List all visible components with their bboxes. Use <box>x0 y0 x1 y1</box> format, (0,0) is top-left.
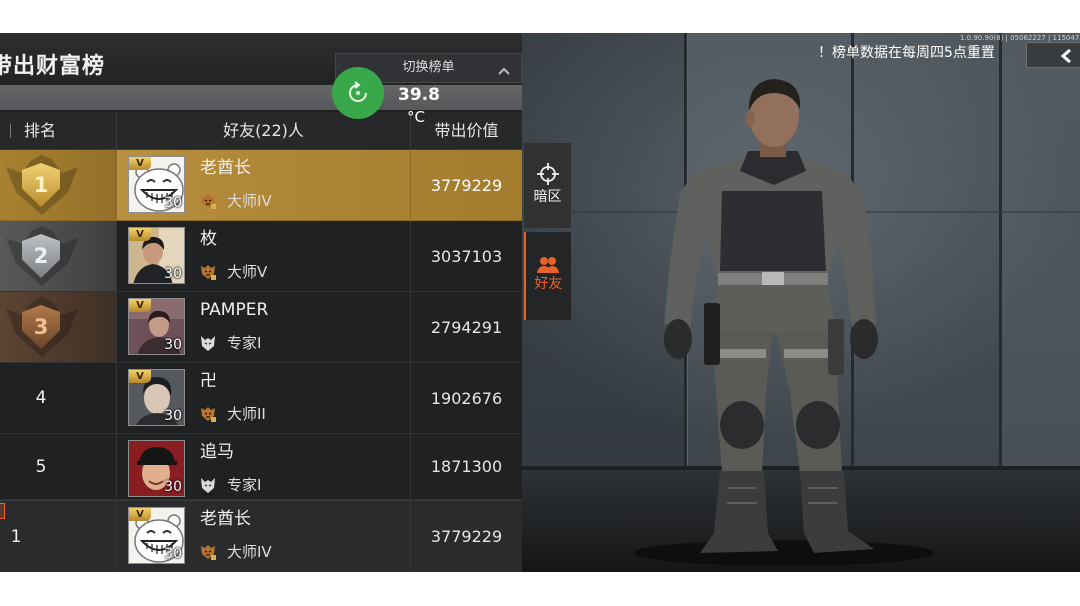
tab-dark-zone-label: 暗区 <box>533 189 562 205</box>
avatar[interactable]: V 30 <box>128 227 185 284</box>
avatar[interactable]: V 30 <box>128 507 185 564</box>
player-name: 枚 <box>200 229 217 249</box>
friends-icon <box>536 253 560 277</box>
vip-badge: V <box>129 508 151 521</box>
loot-value: 3779229 <box>410 501 522 571</box>
rank-cell: 4 <box>0 363 117 433</box>
rank-number: 4 <box>35 388 47 408</box>
loot-value: 3779229 <box>410 150 522 220</box>
vip-badge: V <box>129 228 151 241</box>
loot-value: 1871300 <box>410 434 522 499</box>
vip-badge: V <box>129 299 151 312</box>
my-rank-marker <box>0 503 5 519</box>
player-tier: 大师IV <box>227 192 272 210</box>
title-band <box>0 85 522 110</box>
master-tier-icon <box>199 263 217 281</box>
vip-badge: V <box>129 157 151 170</box>
avatar[interactable]: V 30 <box>128 298 185 355</box>
crosshair-icon <box>536 162 560 186</box>
temperature-overlay-button[interactable] <box>332 67 384 119</box>
rank-number: 3 <box>33 315 49 339</box>
avatar[interactable]: 30 <box>128 440 185 497</box>
game-screen: 带出财富榜 切换榜单 排名 好友(22)人 带出价值 1 V 30 老酋长 大师… <box>0 33 1080 572</box>
player-tier: 大师II <box>227 405 266 423</box>
refresh-icon <box>349 81 367 102</box>
player-level: 30 <box>164 337 182 353</box>
rank-number: 2 <box>33 244 49 268</box>
reset-notice: ！榜单数据在每周四5点重置 <box>818 45 995 61</box>
rank-cell: 1 <box>0 501 117 571</box>
loot-value: 2794291 <box>410 292 522 362</box>
tab-friends-label: 好友 <box>534 276 563 292</box>
player-tier: 专家I <box>227 334 262 352</box>
rank-number: 1 <box>33 173 49 197</box>
column-header-rank-label: 排名 <box>24 121 57 140</box>
player-name: 卍 <box>200 371 217 391</box>
temperature-unit: °C <box>407 108 425 126</box>
rank-number: 5 <box>35 457 47 477</box>
loot-value: 3037103 <box>410 221 522 291</box>
player-level: 30 <box>164 195 182 211</box>
table-row[interactable]: 4 V 30 卍 大师II 1902676 <box>0 363 522 434</box>
page-title: 带出财富榜 <box>0 54 106 79</box>
my-rank-row[interactable]: 1 V 30 老酋长 大师IV 3779229 <box>0 500 522 572</box>
leaderboard-panel: 带出财富榜 切换榜单 排名 好友(22)人 带出价值 1 V 30 老酋长 大师… <box>0 33 522 572</box>
player-tier: 大师V <box>227 263 268 281</box>
temperature-value: 39.8 <box>398 85 440 105</box>
chevron-up-icon <box>497 62 511 75</box>
player-tier: 专家I <box>227 476 262 494</box>
master-tier-icon <box>199 543 217 561</box>
table-row[interactable]: 5 30 追马 专家I 1871300 <box>0 434 522 500</box>
master-tier-icon <box>199 405 217 423</box>
back-button[interactable] <box>1026 42 1080 68</box>
rank-cell: 2 <box>0 221 117 291</box>
header-divider <box>10 124 11 138</box>
vip-badge: V <box>129 370 151 383</box>
expert-tier-icon <box>199 334 217 352</box>
player-name: PAMPER <box>200 300 269 320</box>
table-row[interactable]: 3 V 30 PAMPER 专家I 2794291 <box>0 292 522 363</box>
master-tier-icon <box>199 192 217 210</box>
player-level: 30 <box>164 266 182 282</box>
player-tier: 大师IV <box>227 543 272 561</box>
chevron-left-icon <box>1060 48 1071 64</box>
rank-cell: 5 <box>0 434 117 499</box>
rank-cell: 1 <box>0 150 117 220</box>
tab-dark-zone[interactable]: 暗区 <box>524 143 571 228</box>
player-name: 老酋长 <box>200 158 251 178</box>
table-row[interactable]: 2 V 30 枚 大师V 3037103 <box>0 221 522 292</box>
player-name: 老酋长 <box>200 509 251 529</box>
loot-value: 1902676 <box>410 363 522 433</box>
table-header: 排名 好友(22)人 带出价值 <box>0 112 522 150</box>
character-model <box>522 33 1080 572</box>
table-row[interactable]: 1 V 30 老酋长 大师IV 3779229 <box>0 150 522 221</box>
column-header-friends[interactable]: 好友(22)人 <box>117 112 411 150</box>
avatar[interactable]: V 30 <box>128 369 185 426</box>
expert-tier-icon <box>199 476 217 494</box>
tab-friends[interactable]: 好友 <box>524 232 571 320</box>
rank-cell: 3 <box>0 292 117 362</box>
rank-number: 1 <box>10 527 22 547</box>
avatar[interactable]: V 30 <box>128 156 185 213</box>
player-level: 30 <box>164 408 182 424</box>
column-header-value[interactable]: 带出价值 <box>411 112 522 150</box>
player-name: 追马 <box>200 442 234 462</box>
character-scene <box>522 33 1080 572</box>
column-header-rank[interactable]: 排名 <box>0 112 117 150</box>
player-level: 30 <box>164 479 182 495</box>
player-level: 30 <box>164 546 182 562</box>
